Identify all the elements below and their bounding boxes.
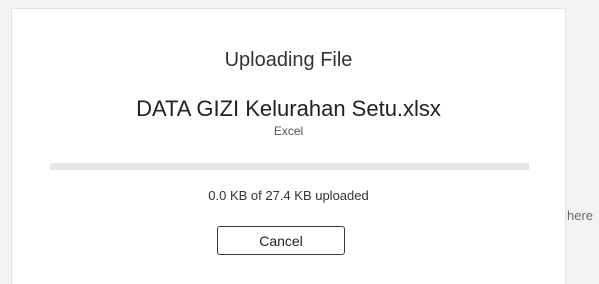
file-name: DATA GIZI Kelurahan Setu.xlsx bbox=[136, 96, 441, 121]
upload-status-text: 0.0 KB of 27.4 KB uploaded bbox=[208, 188, 369, 203]
dialog-title: Uploading File bbox=[224, 49, 353, 71]
background-partial-text: here bbox=[567, 208, 594, 223]
cancel-button[interactable]: Cancel bbox=[217, 226, 345, 255]
upload-dialog: Uploading File DATA GIZI Kelurahan Setu.… bbox=[11, 8, 566, 284]
file-type-label: Excel bbox=[273, 124, 304, 138]
upload-progress-bar bbox=[50, 163, 529, 170]
